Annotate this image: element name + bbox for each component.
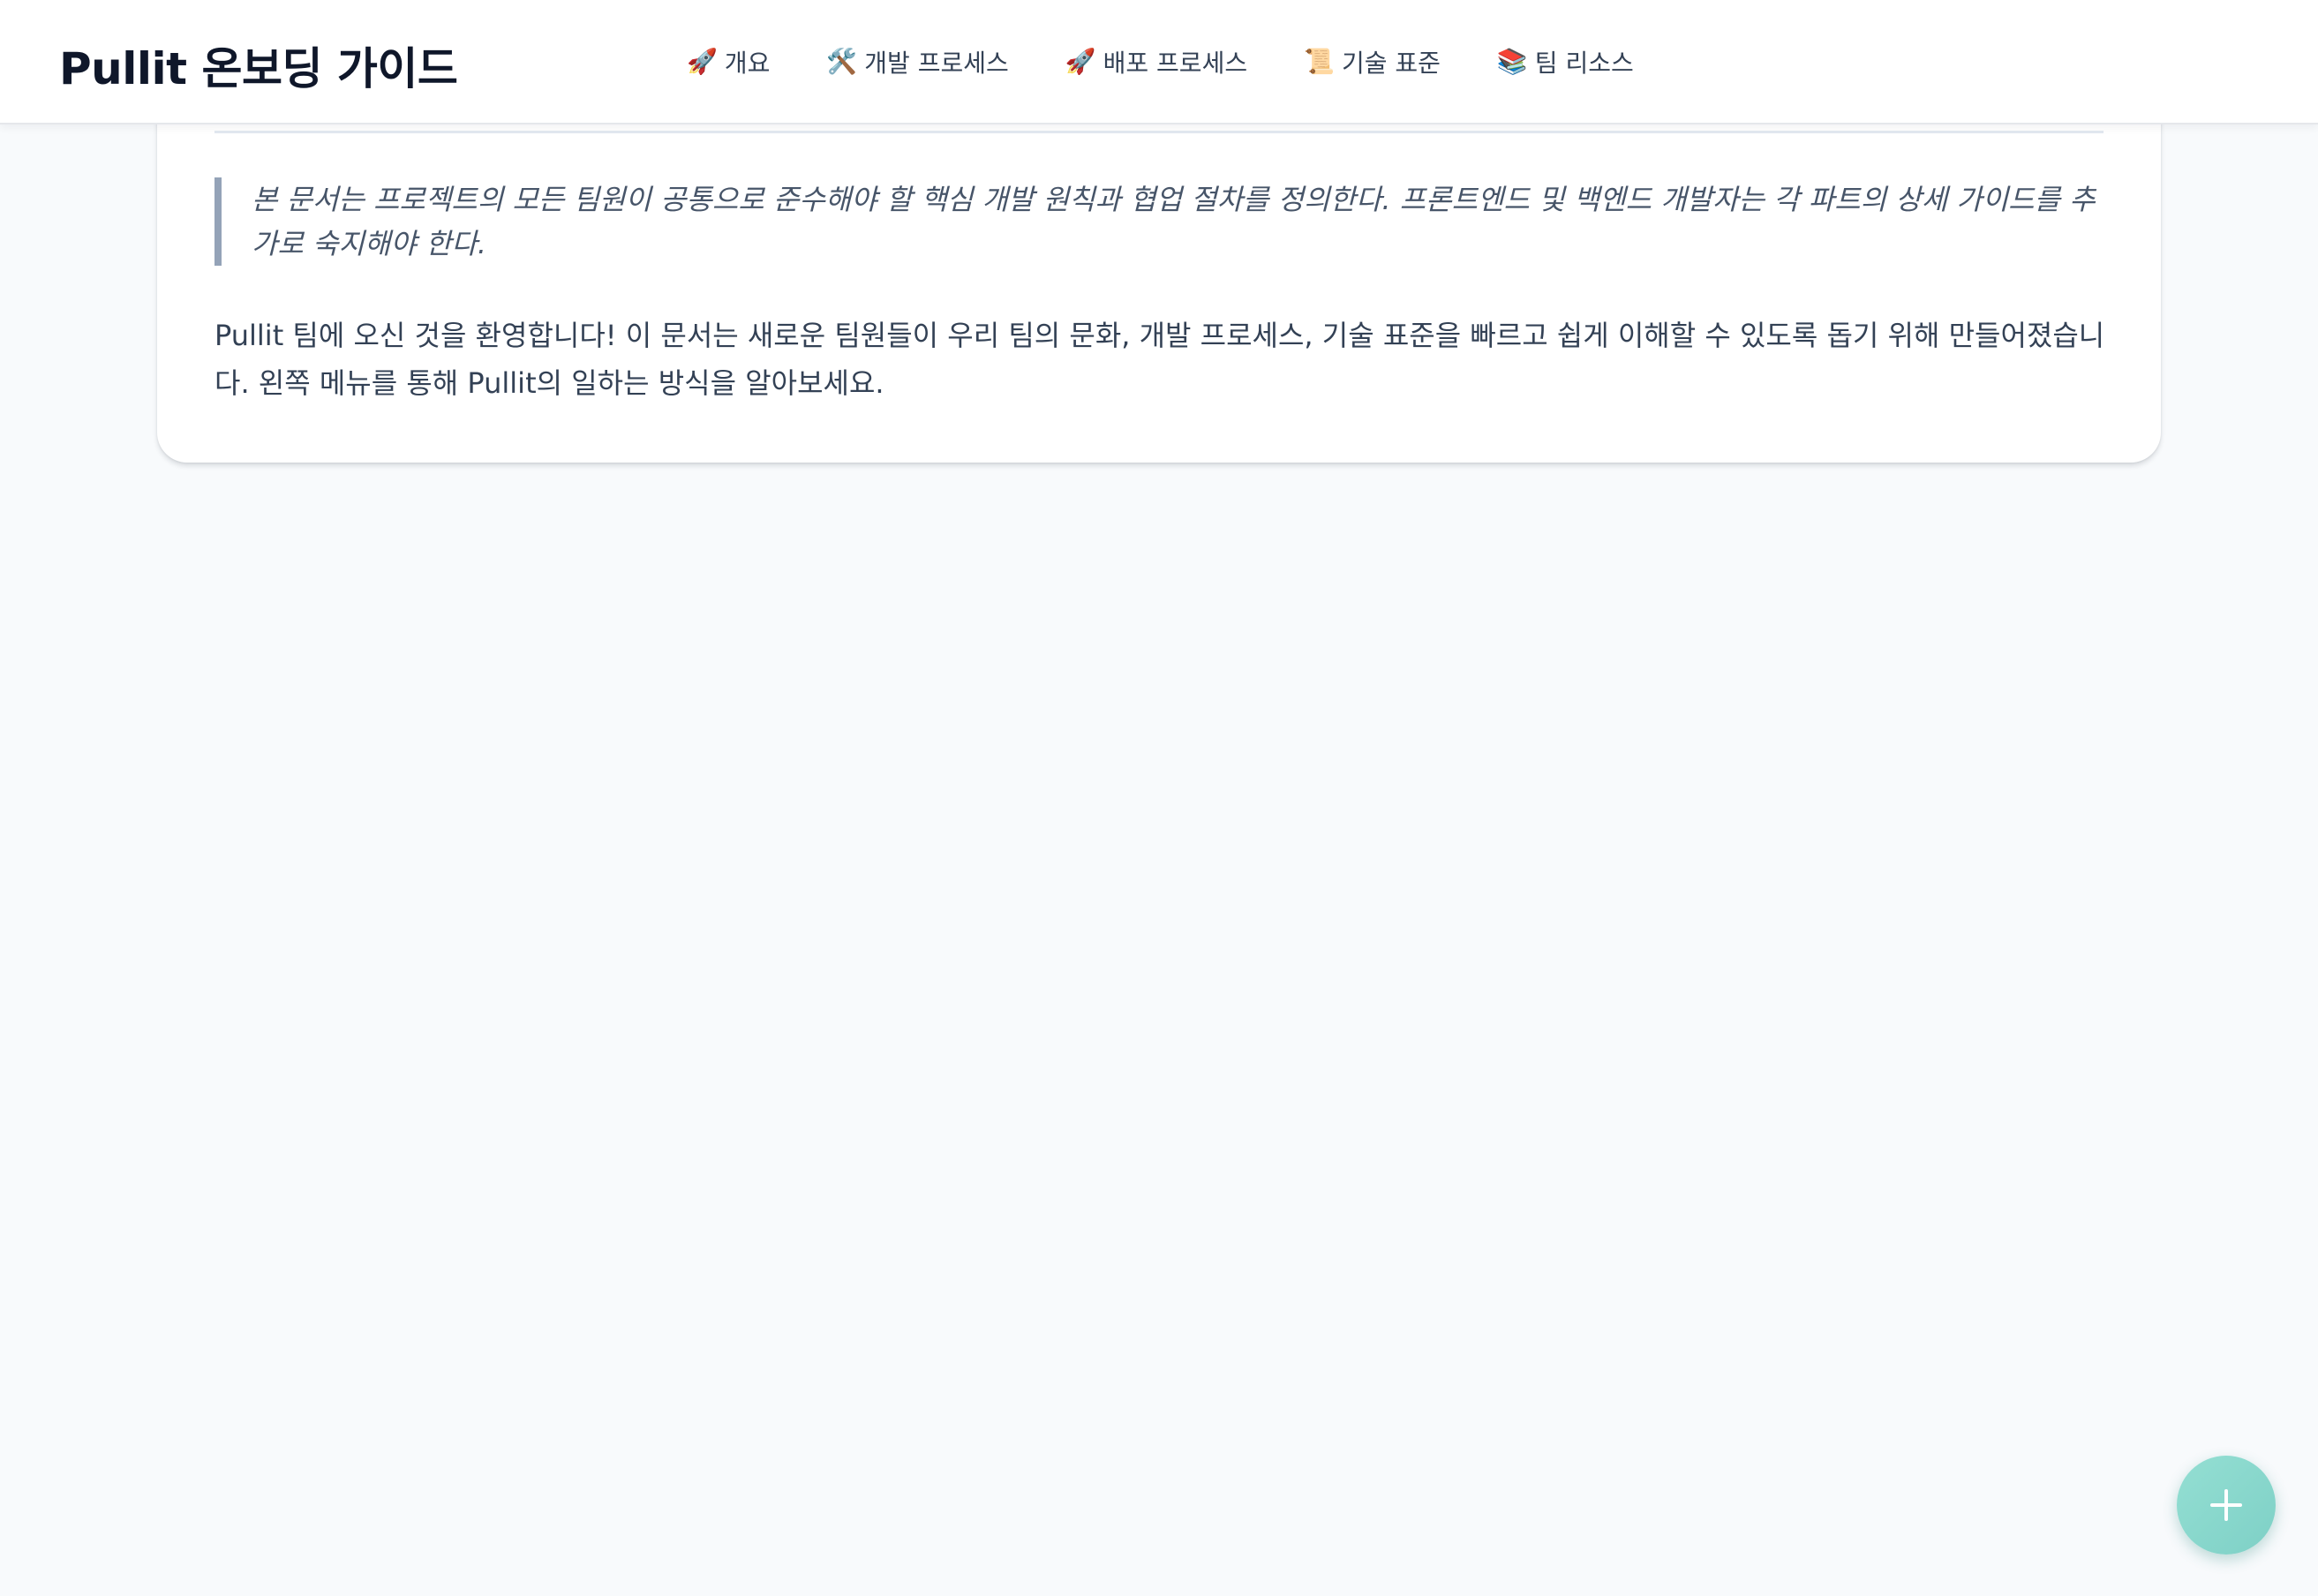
nav-item-deploy-process[interactable]: 🚀 배포 프로세스: [1065, 44, 1247, 79]
top-header: Pullit 온보딩 가이드 🚀 개요 🛠️ 개발 프로세스 🚀 배포 프로세스…: [0, 0, 2318, 124]
nav-item-label: 기술 표준: [1341, 49, 1441, 78]
add-button[interactable]: [2177, 1456, 2276, 1555]
nav-item-team-resources[interactable]: 📚 팀 리소스: [1497, 44, 1634, 79]
nav-item-label: 개요: [724, 49, 771, 78]
nav-item-label: 개발 프로세스: [864, 49, 1009, 78]
plus-icon: [2210, 1489, 2242, 1521]
intro-paragraph: Pullit 팀에 오신 것을 환영합니다! 이 문서는 새로운 팀원들이 우리…: [214, 319, 2105, 400]
books-icon: 📚: [1496, 47, 1528, 76]
nav-item-label: 팀 리소스: [1534, 49, 1634, 78]
nav-item-label: 배포 프로세스: [1103, 49, 1248, 78]
site-title[interactable]: Pullit 온보딩 가이드: [59, 34, 458, 97]
nav-item-dev-process[interactable]: 🛠️ 개발 프로세스: [826, 44, 1008, 79]
scroll-icon: 📜: [1304, 47, 1335, 76]
main-nav: 🚀 개요 🛠️ 개발 프로세스 🚀 배포 프로세스 📜 기술 표준 📚 팀 리소…: [687, 44, 1690, 79]
nav-item-overview[interactable]: 🚀 개요: [687, 44, 770, 79]
tools-icon: 🛠️: [826, 47, 858, 76]
rocket-icon: 🚀: [1065, 47, 1096, 76]
rocket-icon: 🚀: [687, 47, 718, 76]
nav-item-tech-standards[interactable]: 📜 기술 표준: [1304, 44, 1441, 79]
notice-quote: 본 문서는 프로젝트의 모든 팀원이 공통으로 준수해야 할 핵심 개발 원칙과…: [214, 177, 2104, 266]
section-divider: [214, 131, 2104, 133]
